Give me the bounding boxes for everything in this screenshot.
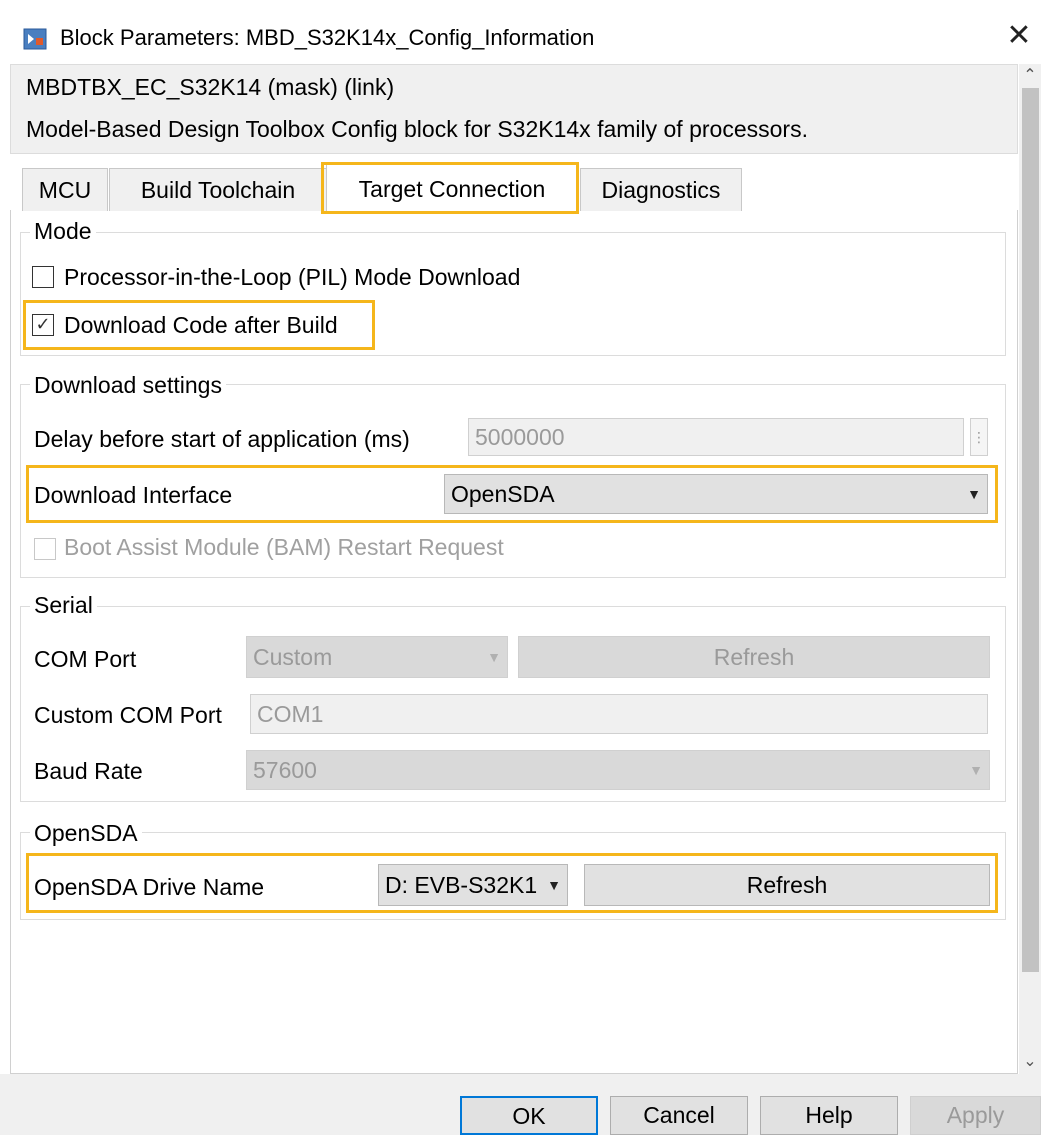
delay-label: Delay before start of application (ms) [34,426,410,452]
download-interface-label: Download Interface [34,482,233,508]
delay-input[interactable]: 5000000 [468,418,964,456]
help-button[interactable]: Help [760,1096,898,1135]
bam-checkbox[interactable] [34,538,56,560]
download-settings-group-label: Download settings [30,372,226,399]
com-port-refresh-button[interactable]: Refresh [518,636,990,678]
baud-rate-label: Baud Rate [34,758,143,784]
chevron-down-icon: ▼ [969,762,983,778]
mode-group-label: Mode [30,218,96,245]
serial-group-label: Serial [30,592,97,619]
simulink-app-icon [23,27,47,51]
opensda-drive-name-label: OpenSDA Drive Name [34,874,265,900]
chevron-down-icon: ▼ [967,486,981,502]
chevron-down-icon: ▼ [487,649,501,665]
tab-build-toolchain[interactable]: Build Toolchain [109,168,327,211]
com-port-select[interactable]: Custom ▼ [246,636,508,678]
opensda-drive-select[interactable]: D: EVB-S32K1 ▼ [378,864,568,906]
mask-title: MBDTBX_EC_S32K14 (mask) (link) [26,74,395,100]
ok-button[interactable]: OK [460,1096,598,1135]
com-port-label: COM Port [34,646,137,672]
more-options-icon[interactable]: ⋮ [970,418,988,456]
opensda-refresh-button[interactable]: Refresh [584,864,990,906]
apply-button[interactable]: Apply [910,1096,1041,1135]
com-port-value: Custom [253,644,333,670]
close-icon[interactable]: ✕ [1000,18,1038,56]
bam-label: Boot Assist Module (BAM) Restart Request [64,534,504,560]
opensda-drive-value: D: EVB-S32K1 [385,872,538,898]
download-interface-select[interactable]: OpenSDA ▼ [444,474,988,514]
tab-mcu[interactable]: MCU [22,168,108,211]
opensda-group-label: OpenSDA [30,820,142,847]
block-description: Model-Based Design Toolbox Config block … [26,116,808,142]
baud-rate-value: 57600 [253,757,317,783]
download-interface-value: OpenSDA [451,481,555,507]
custom-com-port-input[interactable]: COM1 [250,694,988,734]
baud-rate-select[interactable]: 57600 ▼ [246,750,990,790]
scroll-up-icon[interactable]: ⌃ [1019,64,1041,88]
chevron-down-icon: ▼ [547,877,561,893]
custom-com-port-label: Custom COM Port [34,702,222,728]
download-after-build-label: Download Code after Build [64,312,338,338]
download-after-build-checkbox[interactable]: ✓ [32,314,54,336]
scroll-down-icon[interactable]: ⌄ [1019,1050,1041,1074]
pil-label: Processor-in-the-Loop (PIL) Mode Downloa… [64,264,521,290]
scrollbar-thumb[interactable] [1022,88,1039,972]
tab-diagnostics[interactable]: Diagnostics [580,168,742,211]
pil-checkbox[interactable] [32,266,54,288]
tab-target-connection[interactable]: Target Connection [326,163,578,211]
window-title: Block Parameters: MBD_S32K14x_Config_Inf… [60,25,595,50]
cancel-button[interactable]: Cancel [610,1096,748,1135]
